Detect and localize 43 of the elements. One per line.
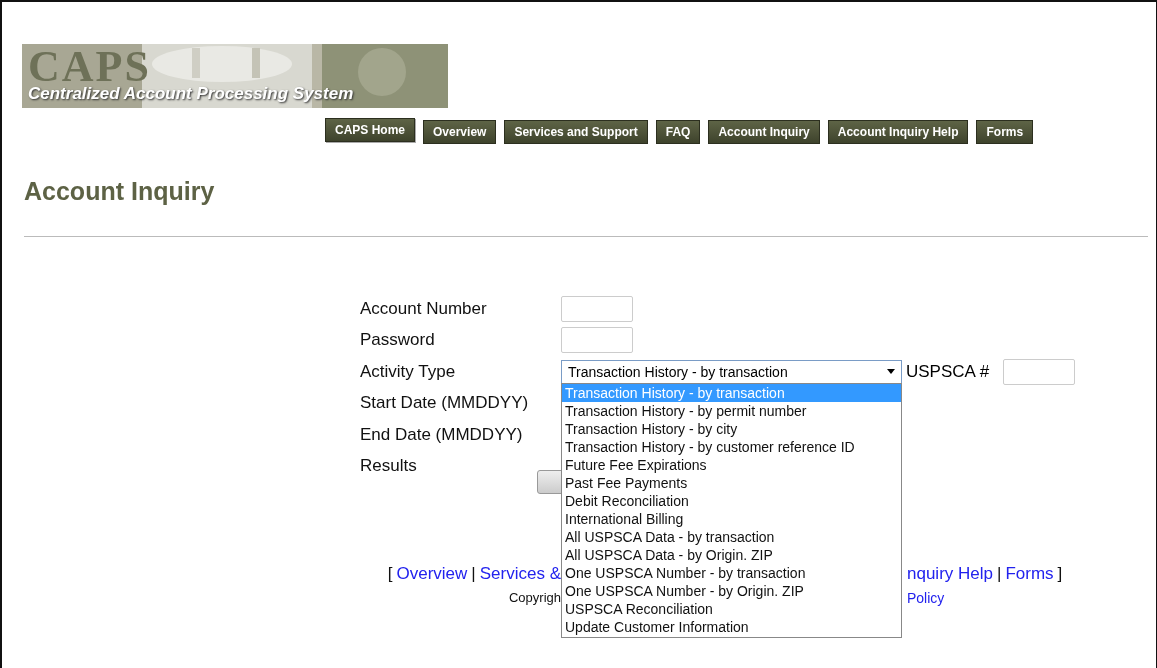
input-field[interactable] (561, 327, 633, 354)
dropdown-option[interactable]: All USPSCA Data - by transaction (562, 527, 901, 546)
footer-separator: [ (387, 564, 393, 584)
footer-link[interactable]: nquiry Help (907, 564, 993, 584)
copyright-text: Copyrigh (508, 590, 561, 605)
policy-link[interactable]: Policy (907, 590, 945, 606)
dropdown-option[interactable]: Past Fee Payments (562, 473, 901, 492)
field-label: End Date (MMDDYY) (360, 424, 524, 445)
nav-button[interactable]: Forms (976, 120, 1034, 144)
dropdown-option[interactable]: International Billing (562, 509, 901, 528)
nav-button[interactable]: Services and Support (504, 120, 648, 144)
footer-link[interactable]: Services & (479, 564, 561, 584)
field-label: Activity Type (360, 361, 457, 382)
dropdown-option[interactable]: Transaction History - by customer reference ID (562, 437, 901, 456)
input-field[interactable] (1003, 358, 1076, 385)
dropdown-option[interactable]: All USPSCA Data - by Origin. ZIP (562, 545, 901, 564)
field-label: Password (360, 330, 436, 351)
field-label: Start Date (MMDDYY) (360, 393, 530, 414)
activity-type-dropdown[interactable]: Transaction History - by transaction (561, 359, 902, 384)
page-title: Account Inquiry (24, 176, 216, 206)
field-label: Results (360, 456, 418, 477)
footer-link[interactable]: Forms (1005, 564, 1054, 584)
nav-button[interactable]: Account Inquiry (708, 120, 820, 144)
dropdown-option[interactable]: USPSCA Reconciliation (562, 599, 901, 618)
footer-separator: | (471, 564, 476, 584)
dropdown-option[interactable]: Debit Reconciliation (562, 491, 901, 510)
caret-icon (887, 369, 895, 375)
field-label: USPSCA # (906, 361, 990, 382)
dropdown-option[interactable]: Future Fee Expirations (562, 455, 901, 474)
dropdown-option[interactable]: Update Customer Information (562, 617, 901, 636)
dropdown-option[interactable]: One USPSCA Number - by transaction (562, 563, 901, 582)
dropdown-option[interactable]: Transaction History - by city (562, 419, 901, 438)
nav-button[interactable]: CAPS Home (325, 118, 415, 142)
nav-button[interactable]: Overview (423, 120, 497, 144)
field-label: Account Number (360, 298, 488, 319)
dropdown-option[interactable]: One USPSCA Number - by Origin. ZIP (562, 581, 901, 600)
nav-button[interactable]: Account Inquiry Help (827, 120, 969, 144)
footer-separator: ] (1057, 564, 1063, 584)
input-field[interactable] (561, 295, 633, 322)
footer-link[interactable]: Overview (396, 564, 468, 584)
footer-separator: | (997, 564, 1002, 584)
dropdown-option[interactable]: Transaction History - by permit number (562, 401, 901, 420)
nav-button[interactable]: FAQ (655, 120, 701, 144)
